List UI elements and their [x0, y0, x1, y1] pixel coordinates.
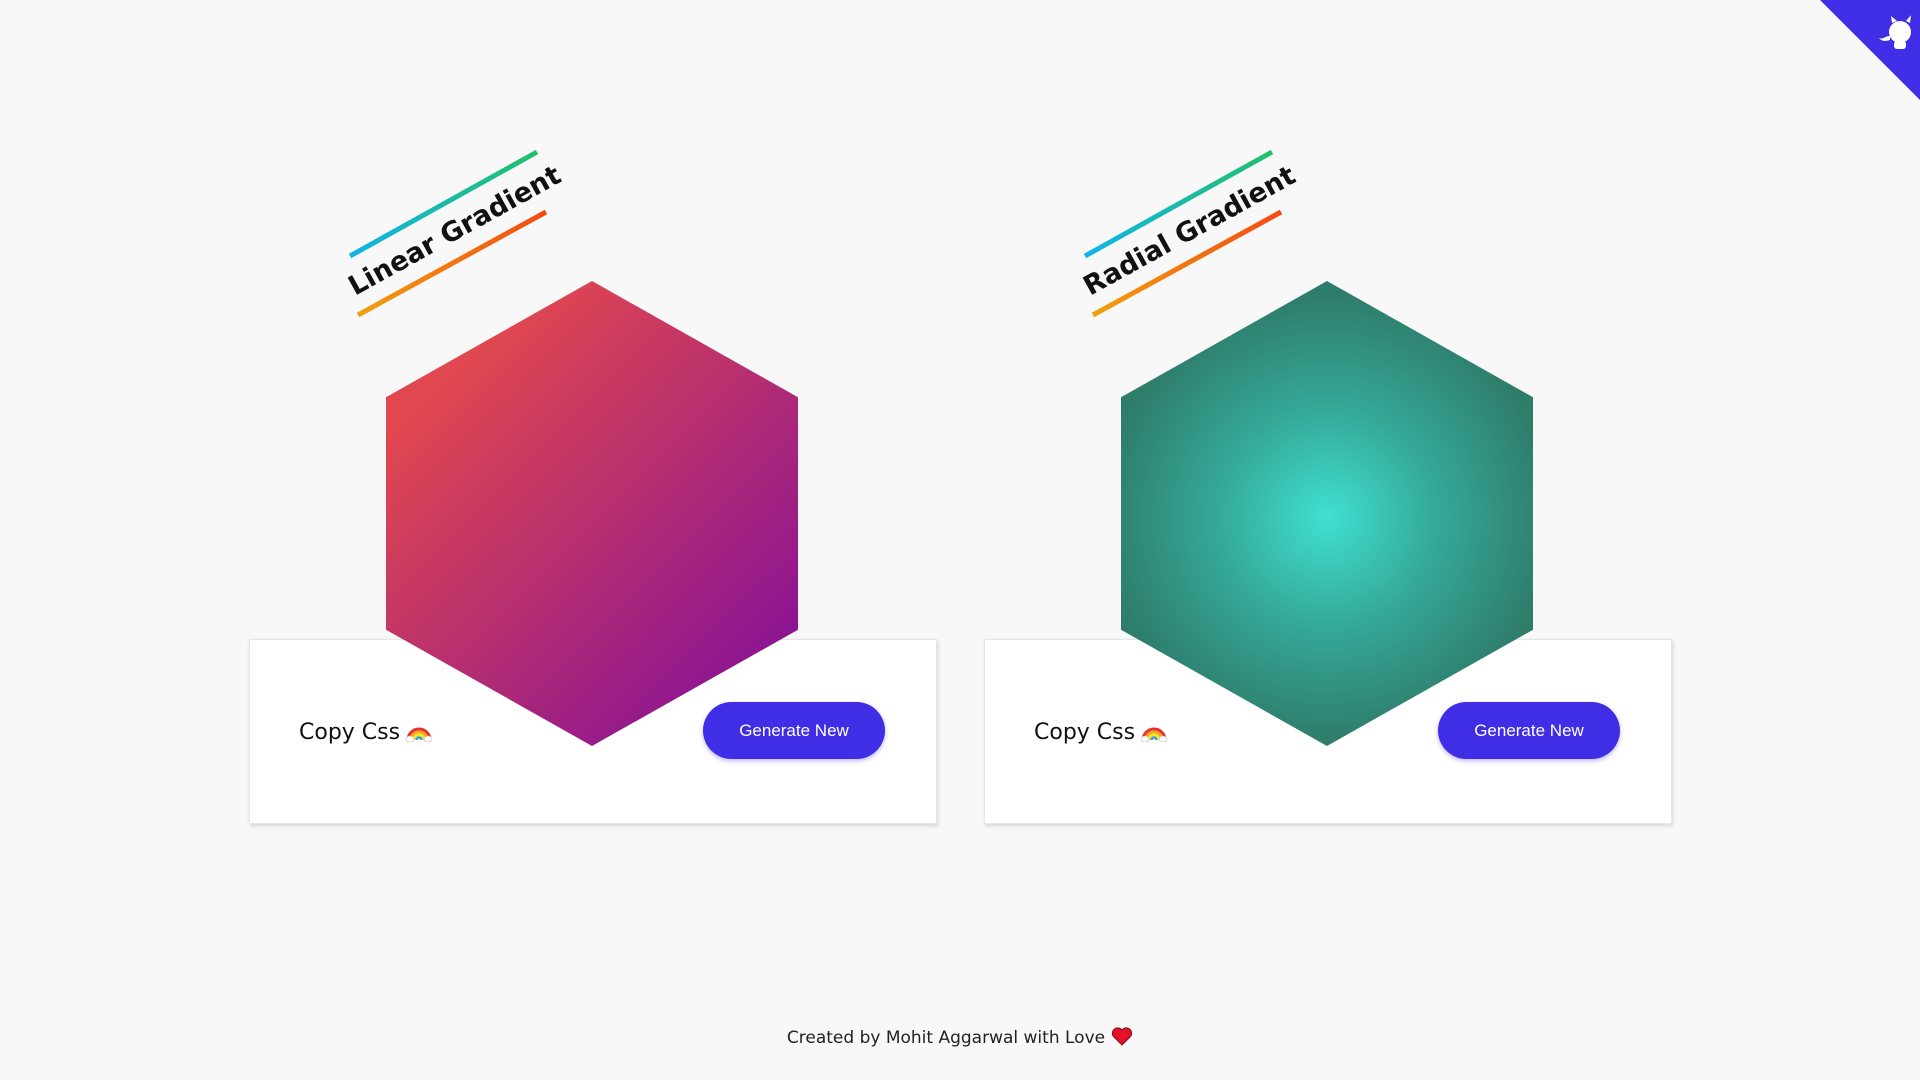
radial-gradient-title-text: Radial Gradient — [1078, 160, 1301, 302]
generate-new-button[interactable]: Generate New — [1438, 702, 1620, 759]
github-corner-link[interactable] — [1820, 0, 1920, 100]
radial-gradient-title: Radial Gradient — [1078, 149, 1344, 318]
heart-icon — [1111, 1026, 1133, 1051]
copy-css-label: Copy Css — [1034, 720, 1136, 745]
copy-css-button[interactable]: Copy Css — [299, 718, 433, 750]
radial-gradient-panel: Copy Css Generate New Radial Gradient — [984, 0, 1672, 1080]
linear-gradient-panel: Copy Css Generate New Linear Gradient — [249, 0, 937, 1080]
rainbow-icon — [405, 718, 433, 750]
generate-new-button[interactable]: Generate New — [703, 702, 885, 759]
copy-css-button[interactable]: Copy Css — [1034, 718, 1168, 750]
footer-text: Created by Mohit Aggarwal with Love — [786, 1028, 1106, 1048]
linear-gradient-title: Linear Gradient — [343, 149, 609, 318]
copy-css-label: Copy Css — [299, 720, 401, 745]
rainbow-icon — [1140, 718, 1168, 750]
footer: Created by Mohit Aggarwal with Love — [0, 1026, 1920, 1051]
linear-gradient-title-text: Linear Gradient — [343, 160, 566, 302]
github-octocat-icon — [1820, 0, 1920, 100]
